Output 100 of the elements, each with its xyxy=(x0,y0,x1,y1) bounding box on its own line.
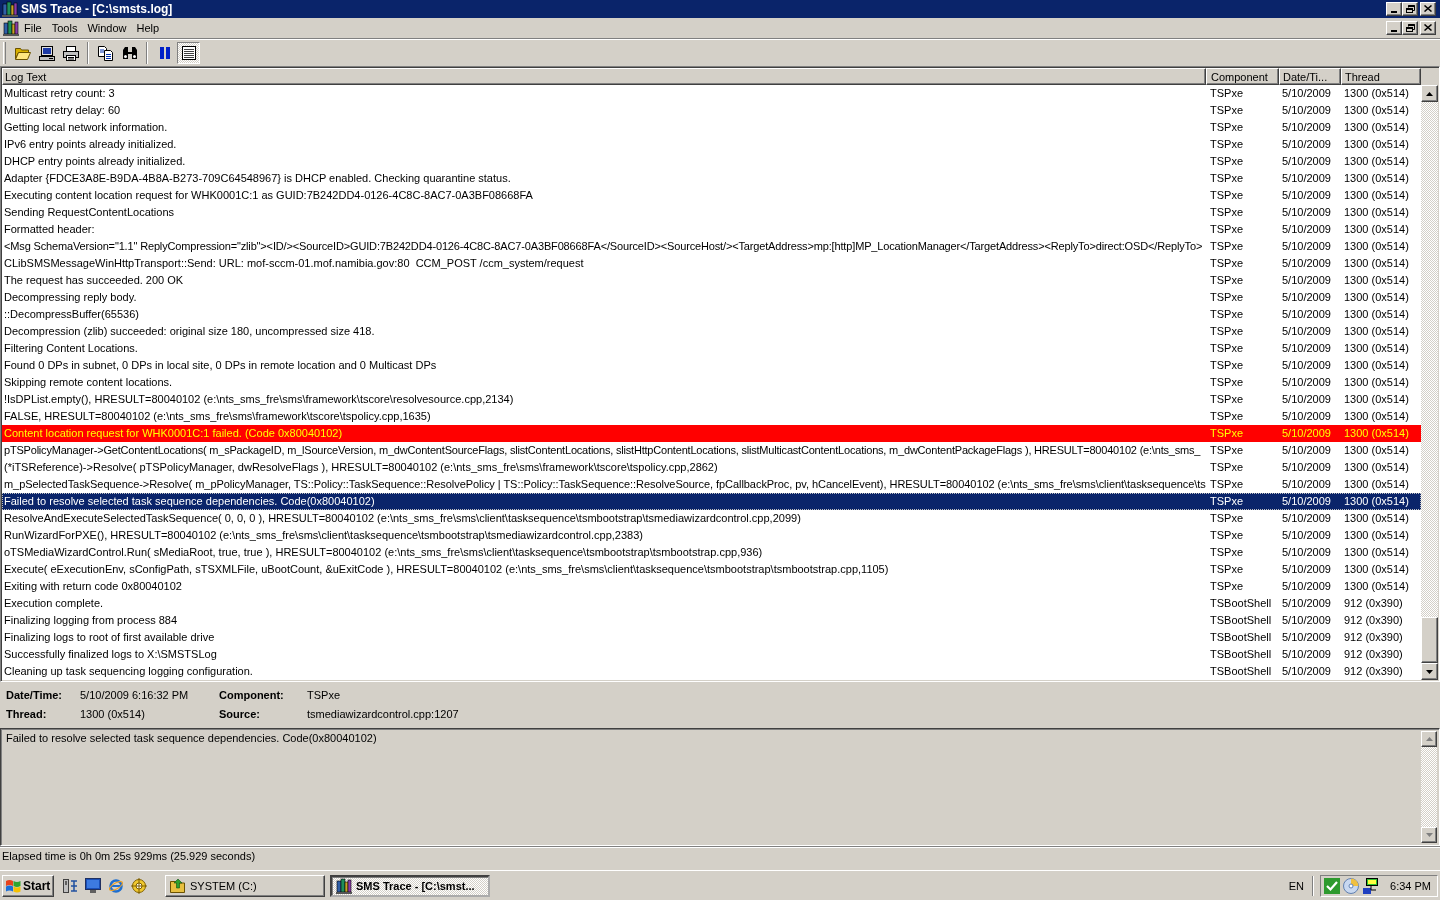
minimize-button[interactable] xyxy=(1386,1,1402,16)
log-row[interactable]: Execute( eExecutionEnv, sConfigPath, sTSXMLFile, uBootCount, &uExitCode ), HRESULT=80040102 (e:\nts_sms_fre\sms\client\tasksequence\tsmbootstrap\tsmbootstrap.cpp,1105) TSPxe 5/10/2009 1300 (0x514) xyxy=(2,561,1421,579)
table-cell-text: 1300 (0x514) xyxy=(1343,171,1410,187)
up-arrow-icon xyxy=(1425,737,1433,742)
log-row[interactable]: Finalizing logging from process 884 TSBootShell 5/10/2009 912 (0x390) xyxy=(2,612,1421,630)
table-cell-text: (*iTSReference)->Resolve( pTSPolicyManager, dwResolveFlags ), HRESULT=80040102 (e:\nts_sms_fre\sms\framework\tscore\tspolicy.cpp,2862) xyxy=(3,460,719,476)
table-cell-text: 1300 (0x514) xyxy=(1343,290,1410,306)
log-row[interactable]: CLibSMSMessageWinHttpTransport::Send: URL: mof-sccm-01.mof.namibia.gov:80 CCM_POST /ccm_system/request TSPxe 5/10/2009 1300 (0x514) xyxy=(2,255,1421,273)
log-row[interactable]: Failed to resolve selected task sequence dependencies. Code(0x80040102) TSPxe 5/10/2009 1300 (0x514) xyxy=(2,493,1421,511)
target-icon[interactable] xyxy=(131,877,147,894)
minimize-button[interactable] xyxy=(1386,20,1402,35)
start-button[interactable]: Start xyxy=(2,874,54,897)
log-row[interactable]: Execution complete. TSBootShell 5/10/2009 912 (0x390) xyxy=(2,595,1421,613)
log-row[interactable]: (*iTSReference)->Resolve( pTSPolicyManager, dwResolveFlags ), HRESULT=80040102 (e:\nts_sms_fre\sms\framework\tscore\tspolicy.cpp,2862) TSPxe 5/10/2009 1300 (0x514) xyxy=(2,459,1421,477)
table-cell-text: TSBootShell xyxy=(1209,613,1273,629)
log-row[interactable]: Finalizing logs to root of first available drive TSBootShell 5/10/2009 912 (0x390) xyxy=(2,629,1421,647)
table-cell-text: Finalizing logs to root of first available drive xyxy=(3,630,216,646)
table-cell-text: RunWizardForPXE(), HRESULT=80040102 (e:\nts_sms_fre\sms\client\tasksequence\tsmbootstrap\tsmediawizardcontrol.cpp,2383) xyxy=(3,528,644,544)
column-header[interactable]: Thread xyxy=(1341,68,1421,86)
close-button[interactable] xyxy=(1420,1,1436,16)
column-header[interactable]: Date/Ti... xyxy=(1279,68,1341,86)
server-icon[interactable] xyxy=(62,877,78,894)
table-cell-text: IPv6 entry points already initialized. xyxy=(3,137,178,153)
log-row[interactable]: !IsDPList.empty(), HRESULT=80040102 (e:\nts_sms_fre\sms\framework\tscore\resolvesource.cpp,2134) TSPxe 5/10/2009 1300 (0x514) xyxy=(2,391,1421,409)
menu-item[interactable]: Help xyxy=(131,19,165,36)
log-row[interactable]: Executing content location request for WHK0001C:1 as GUID:7B242DD4-0126-4C8C-8AC7-0A3BF08668FA TSPxe 5/10/2009 1300 (0x514) xyxy=(2,187,1421,205)
menu-item[interactable]: Tools xyxy=(46,19,83,36)
monitor-icon[interactable] xyxy=(85,878,101,894)
log-row[interactable]: Formatted header: TSPxe 5/10/2009 1300 (0x514) xyxy=(2,221,1421,239)
down-arrow-icon xyxy=(1426,669,1433,674)
table-cell-text: 1300 (0x514) xyxy=(1343,307,1410,323)
status-text: Elapsed time is 0h 0m 25s 929ms (25.929 seconds) xyxy=(2,850,256,863)
table-cell-text: 5/10/2009 xyxy=(1281,324,1332,340)
log-row[interactable]: Cleaning up task sequencing logging configuration. TSBootShell 5/10/2009 912 (0x390) xyxy=(2,663,1421,681)
table-cell-text: 912 (0x390) xyxy=(1343,613,1404,629)
minimize-icon xyxy=(1391,29,1397,32)
table-cell-text: 1300 (0x514) xyxy=(1343,375,1410,391)
table-cell-text: 1300 (0x514) xyxy=(1343,426,1410,442)
close-button[interactable] xyxy=(1420,20,1436,35)
table-cell-text: 5/10/2009 xyxy=(1281,443,1332,459)
check-icon[interactable] xyxy=(1324,877,1340,894)
table-cell-text: 1300 (0x514) xyxy=(1343,324,1410,340)
log-row[interactable]: Found 0 DPs in subnet, 0 DPs in local site, 0 DPs in remote location and 0 Multicast DPs TSPxe 5/10/2009 1300 (0x514) xyxy=(2,357,1421,375)
taskbar-button[interactable]: SYSTEM (C:) xyxy=(165,874,325,897)
log-row[interactable]: ResolveAndExecuteSelectedTaskSequence( 0, 0, 0 ), HRESULT=80040102 (e:\nts_sms_fre\sms\client\tasksequence\tsmbootstrap\tsmediawizardcontrol.cpp,2099) TSPxe 5/10/2009 1300 (0x514) xyxy=(2,510,1421,528)
scroll-down-button[interactable] xyxy=(1421,827,1437,844)
log-row[interactable]: Multicast retry count: 3 TSPxe 5/10/2009 1300 (0x514) xyxy=(2,85,1421,103)
table-cell-text: ::DecompressBuffer(65536) xyxy=(3,307,140,323)
log-row[interactable]: IPv6 entry points already initialized. TSPxe 5/10/2009 1300 (0x514) xyxy=(2,136,1421,154)
log-row[interactable]: FALSE, HRESULT=80040102 (e:\nts_sms_fre\sms\framework\tscore\tspolicy.cpp,1635) TSPxe 5/10/2009 1300 (0x514) xyxy=(2,408,1421,426)
log-row[interactable]: Decompressing reply body. TSPxe 5/10/2009 1300 (0x514) xyxy=(2,289,1421,307)
table-cell-text: TSPxe xyxy=(1209,324,1244,340)
scroll-up-button[interactable] xyxy=(1421,731,1437,748)
log-row[interactable]: Content location request for WHK0001C:1 failed. (Code 0x80040102) TSPxe 5/10/2009 1300 (0x514) xyxy=(2,425,1421,443)
log-row[interactable]: Filtering Content Locations. TSPxe 5/10/2009 1300 (0x514) xyxy=(2,340,1421,358)
log-row[interactable]: DHCP entry points already initialized. TSPxe 5/10/2009 1300 (0x514) xyxy=(2,153,1421,171)
table-cell-text: 1300 (0x514) xyxy=(1343,358,1410,374)
restore-button[interactable] xyxy=(1402,20,1418,35)
table-cell-text: 5/10/2009 xyxy=(1281,171,1332,187)
log-row[interactable]: The request has succeeded. 200 OK TSPxe 5/10/2009 1300 (0x514) xyxy=(2,272,1421,290)
log-row[interactable]: RunWizardForPXE(), HRESULT=80040102 (e:\nts_sms_fre\sms\client\tasksequence\tsmbootstrap\tsmediawizardcontrol.cpp,2383) TSPxe 5/10/2009 1300 (0x514) xyxy=(2,527,1421,545)
language-indicator[interactable]: EN xyxy=(1288,879,1304,892)
table-cell-text: 1300 (0x514) xyxy=(1343,341,1410,357)
menu-item[interactable]: Window xyxy=(82,19,132,36)
log-row[interactable]: Sending RequestContentLocations TSPxe 5/10/2009 1300 (0x514) xyxy=(2,204,1421,222)
table-cell-text: 1300 (0x514) xyxy=(1343,86,1410,102)
log-row[interactable]: Skipping remote content locations. TSPxe 5/10/2009 1300 (0x514) xyxy=(2,374,1421,392)
log-row[interactable]: ::DecompressBuffer(65536) TSPxe 5/10/2009 1300 (0x514) xyxy=(2,306,1421,324)
log-row[interactable]: Exiting with return code 0x80040102 TSPxe 5/10/2009 1300 (0x514) xyxy=(2,578,1421,596)
log-row[interactable]: Decompression (zlib) succeeded: original size 180, uncompressed size 418. TSPxe 5/10/2009 1300 (0x514) xyxy=(2,323,1421,341)
taskbar-button[interactable]: SMS Trace - [C:\smst... xyxy=(330,874,490,897)
table-cell-text: 5/10/2009 xyxy=(1281,596,1332,612)
log-row[interactable]: Adapter {FDCE3A8E-B9DA-4B8A-B273-709C64548967} is DHCP enabled. Checking quarantine status. TSPxe 5/10/2009 1300 (0x514) xyxy=(2,170,1421,188)
log-row[interactable]: Successfully finalized logs to X:\SMSTSLog TSBootShell 5/10/2009 912 (0x390) xyxy=(2,646,1421,664)
table-cell-text: 1300 (0x514) xyxy=(1343,511,1410,527)
table-cell-text: TSPxe xyxy=(1209,307,1244,323)
table-cell-text: Execute( eExecutionEnv, sConfigPath, sTSXMLFile, uBootCount, &uExitCode ), HRESULT=80040102 (e:\nts_sms_fre\sms\client\tasksequence\tsmbootstrap\tsmbootstrap.cpp,1105) xyxy=(3,562,890,578)
table-cell-text: 1300 (0x514) xyxy=(1343,460,1410,476)
scroll-up-button[interactable] xyxy=(1421,85,1438,103)
table-cell-text: Executing content location request for WHK0001C:1 as GUID:7B242DD4-0126-4C8C-8AC7-0A3BF08668FA xyxy=(3,188,534,204)
table-cell-text: TSBootShell xyxy=(1209,596,1273,612)
log-row[interactable]: Multicast retry delay: 60 TSPxe 5/10/2009 1300 (0x514) xyxy=(2,102,1421,120)
table-cell-text: 5/10/2009 xyxy=(1281,103,1332,119)
scrollbar-thumb[interactable] xyxy=(1421,617,1438,664)
table-cell-text: 5/10/2009 xyxy=(1281,375,1332,391)
restore-button[interactable] xyxy=(1402,1,1418,16)
close-icon xyxy=(1424,24,1432,32)
column-header[interactable]: Log Text xyxy=(2,68,1206,86)
log-row[interactable]: Getting local network information. TSPxe 5/10/2009 1300 (0x514) xyxy=(2,119,1421,137)
table-cell-text: Getting local network information. xyxy=(3,120,169,136)
menu-item[interactable]: File xyxy=(19,19,47,36)
message-field[interactable]: Failed to resolve selected task sequence dependencies. Code(0x80040102) xyxy=(0,728,1440,847)
scroll-down-button[interactable] xyxy=(1421,663,1438,681)
log-row[interactable]: oTSMediaWizardControl.Run( sMediaRoot, true, true ), HRESULT=80040102 (e:\nts_sms_fre\sms\client\tasksequence\tsmbootstrap\tsmbootstrap.cpp,936) TSPxe 5/10/2009 1300 (0x514) xyxy=(2,544,1421,562)
column-header[interactable]: Component xyxy=(1206,68,1279,86)
globe-icon[interactable] xyxy=(108,877,124,894)
table-cell-text: 1300 (0x514) xyxy=(1343,120,1410,136)
network-icon[interactable] xyxy=(1362,877,1378,894)
table-cell-text: Decompressing reply body. xyxy=(3,290,138,306)
toolbar-button[interactable] xyxy=(177,42,200,64)
